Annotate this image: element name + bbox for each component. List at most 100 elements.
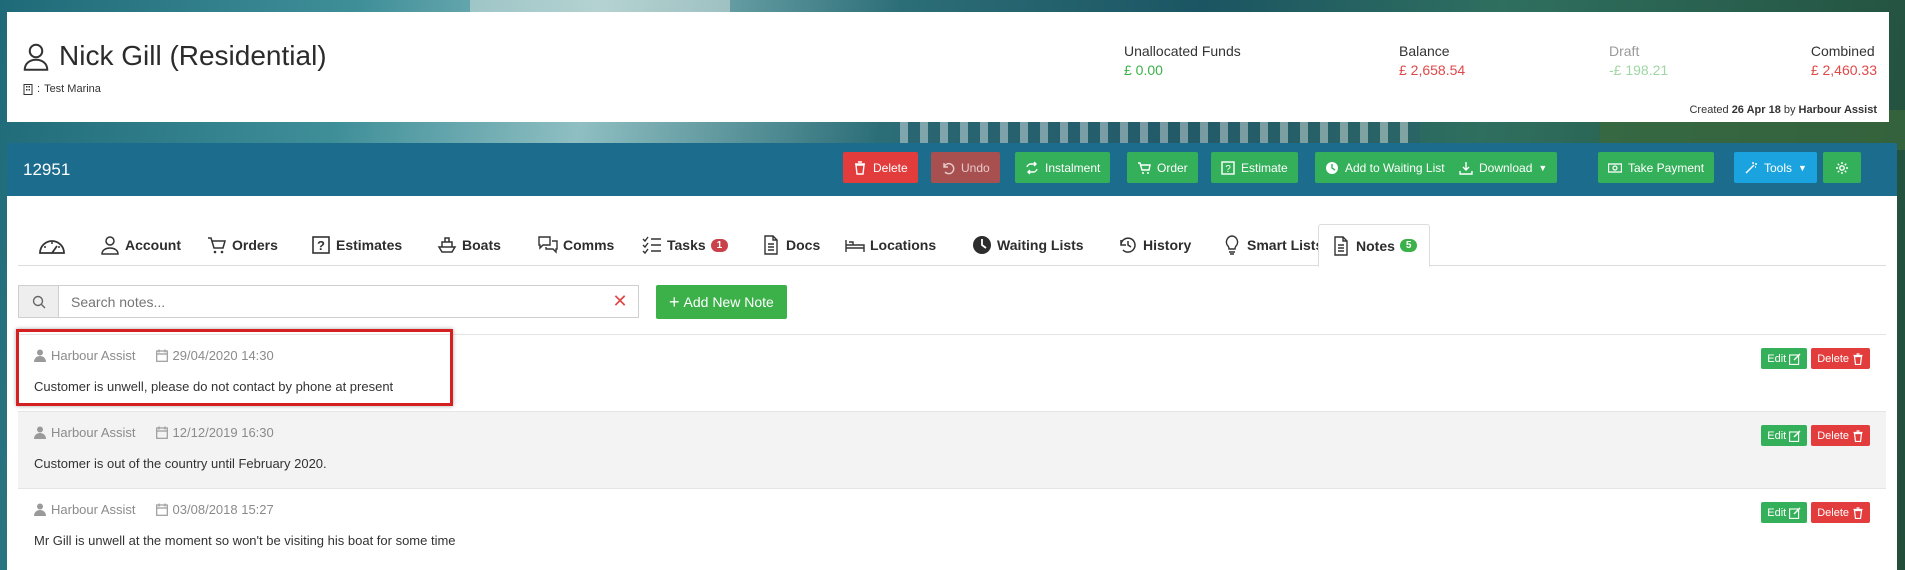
instalment-button[interactable]: Instalment: [1015, 152, 1111, 183]
clock-icon: [1326, 161, 1338, 174]
tab-comms[interactable]: Comms: [538, 224, 614, 266]
note-item: Harbour Assist 29/04/2020 14:30 Customer…: [18, 334, 1886, 411]
tab-smart-lists-label: Smart Lists: [1247, 237, 1324, 253]
tab-account[interactable]: Account: [100, 224, 181, 266]
edit-label: Edit: [1767, 506, 1787, 519]
account-number: 12951: [23, 160, 71, 179]
edit-note-button[interactable]: Edit: [1761, 502, 1808, 523]
note-item: Harbour Assist 12/12/2019 16:30 Customer…: [18, 411, 1886, 488]
combined: Combined £ 2,460.33: [1811, 43, 1877, 78]
tab-estimates[interactable]: ? Estimates: [311, 224, 402, 266]
marina-prefix: :: [37, 83, 41, 95]
note-item: Harbour Assist 03/08/2018 15:27 Mr Gill …: [18, 488, 1886, 565]
tab-docs[interactable]: Docs: [761, 224, 820, 266]
add-waiting-list-button[interactable]: Add to Waiting List ▼: [1315, 152, 1470, 183]
tab-boats[interactable]: Boats: [437, 224, 501, 266]
delete-note-button[interactable]: Delete: [1811, 348, 1870, 369]
tab-locations[interactable]: Locations: [845, 224, 936, 266]
tab-bar: Account Orders ? Estimates Boats Comms T…: [18, 224, 1886, 267]
notes-list: Harbour Assist 29/04/2020 14:30 Customer…: [18, 334, 1886, 565]
edit-note-button[interactable]: Edit: [1761, 348, 1808, 369]
delete-note-button[interactable]: Delete: [1811, 502, 1870, 523]
balance-label: Balance: [1399, 43, 1450, 59]
note-text: Customer is out of the country until Feb…: [34, 456, 327, 471]
delete-note-button[interactable]: Delete: [1811, 425, 1870, 446]
tab-notes-label: Notes: [1356, 237, 1395, 254]
tasks-count-badge: 1: [710, 238, 729, 252]
instalment-button-label: Instalment: [1045, 160, 1101, 175]
delete-label: Delete: [1817, 506, 1849, 519]
question-square-icon: ?: [312, 236, 330, 254]
user-icon: [34, 426, 46, 439]
customer-header: Nick Gill (Residential) : Test Marina Un…: [7, 12, 1889, 122]
order-button[interactable]: Order: [1127, 152, 1198, 183]
note-author: Harbour Assist: [51, 425, 136, 440]
tab-notes[interactable]: Notes 5: [1318, 224, 1431, 267]
order-button-label: Order: [1157, 160, 1188, 175]
tab-smart-lists[interactable]: Smart Lists: [1222, 224, 1323, 266]
take-payment-button[interactable]: Take Payment: [1598, 152, 1715, 183]
take-payment-label: Take Payment: [1628, 160, 1705, 175]
download-icon: [1459, 161, 1473, 175]
settings-button[interactable]: [1823, 152, 1861, 183]
estimate-button[interactable]: ? Estimate: [1211, 152, 1298, 183]
tab-waiting-lists[interactable]: Waiting Lists: [972, 224, 1084, 266]
caret-down-icon: ▼: [1538, 162, 1548, 173]
tab-orders-label: Orders: [232, 237, 278, 253]
unallocated-funds-value: £ 0.00: [1124, 62, 1163, 78]
tab-estimates-label: Estimates: [336, 237, 403, 253]
undo-button[interactable]: Undo: [931, 152, 1000, 183]
customer-name: Nick Gill (Residential): [59, 40, 327, 71]
note-meta: Harbour Assist 03/08/2018 15:27: [34, 502, 274, 517]
trash-icon: [1853, 352, 1863, 365]
undo-icon: [943, 162, 955, 174]
search-addon: [19, 286, 59, 317]
clear-search-icon[interactable]: ✕: [602, 286, 638, 317]
search-notes-input[interactable]: [59, 286, 602, 317]
balance: Balance £ 2,658.54: [1399, 43, 1465, 78]
trash-icon: [1853, 429, 1863, 442]
tab-history[interactable]: History: [1118, 224, 1191, 266]
tab-tasks[interactable]: Tasks 1: [642, 224, 729, 266]
money-icon: [1608, 162, 1622, 173]
unallocated-funds-label: Unallocated Funds: [1124, 43, 1241, 59]
download-button[interactable]: Download ▼: [1449, 152, 1558, 183]
dashboard-gauge-icon: [39, 240, 65, 254]
note-actions: Edit Delete: [1761, 425, 1870, 446]
user-icon: [34, 503, 46, 516]
magic-wand-icon: [1745, 161, 1757, 173]
cart-icon: [208, 237, 226, 254]
undo-button-label: Undo: [961, 160, 990, 175]
delete-button[interactable]: Delete: [843, 152, 918, 183]
main-panel: Account Orders ? Estimates Boats Comms T…: [7, 196, 1897, 570]
created-date: 26 Apr 18: [1731, 104, 1781, 116]
caret-down-icon: ▼: [1798, 162, 1807, 173]
tab-dashboard[interactable]: [36, 224, 68, 266]
trash-icon: [855, 160, 865, 175]
draft: Draft -£ 198.21: [1609, 43, 1668, 78]
user-icon: [101, 236, 119, 255]
lightbulb-icon: [1225, 235, 1239, 255]
note-meta: Harbour Assist 12/12/2019 16:30: [34, 425, 274, 440]
calendar-icon: [155, 349, 168, 362]
tools-button-label: Tools: [1764, 160, 1793, 175]
balance-value: £ 2,658.54: [1399, 62, 1466, 78]
note-actions: Edit Delete: [1761, 502, 1870, 523]
note-meta: Harbour Assist 29/04/2020 14:30: [34, 348, 274, 363]
history-icon: [1120, 237, 1136, 253]
add-new-note-button[interactable]: + Add New Note: [656, 285, 787, 319]
combined-label: Combined: [1810, 43, 1875, 59]
checklist-icon: [642, 236, 661, 255]
bed-icon: [845, 240, 865, 252]
tab-orders[interactable]: Orders: [207, 224, 278, 266]
marina-name: Test Marina: [44, 83, 101, 95]
edit-icon: [1789, 507, 1801, 519]
unallocated-funds: Unallocated Funds £ 0.00: [1124, 43, 1241, 78]
tools-button[interactable]: Tools ▼: [1734, 152, 1817, 183]
note-actions: Edit Delete: [1761, 348, 1870, 369]
gear-icon: [1836, 161, 1848, 174]
note-text: Customer is unwell, please do not contac…: [34, 379, 394, 394]
building-icon: [23, 83, 33, 95]
edit-label: Edit: [1767, 429, 1787, 442]
edit-note-button[interactable]: Edit: [1761, 425, 1808, 446]
